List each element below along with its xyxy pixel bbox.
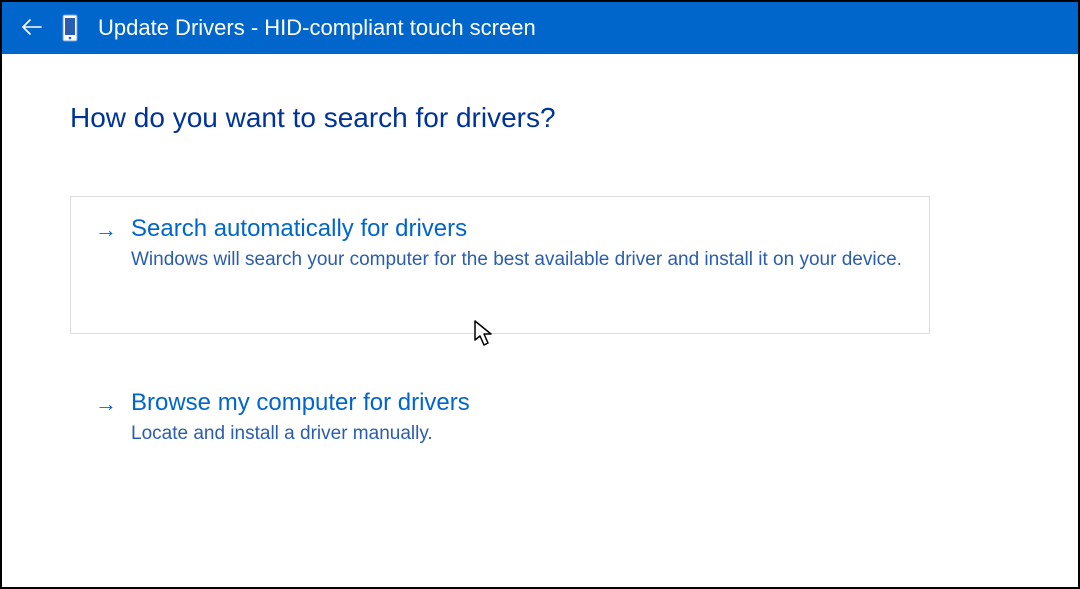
option-description: Locate and install a driver manually. xyxy=(131,421,905,447)
option-search-automatically[interactable]: → Search automatically for drivers Windo… xyxy=(70,196,930,334)
option-title: Browse my computer for drivers xyxy=(131,389,905,417)
page-heading: How do you want to search for drivers? xyxy=(70,102,1018,134)
back-button[interactable] xyxy=(22,17,42,39)
arrow-left-icon xyxy=(22,19,42,35)
titlebar-title: Update Drivers - HID-compliant touch scr… xyxy=(98,15,536,41)
content-area: How do you want to search for drivers? →… xyxy=(2,54,1078,471)
option-browse-computer[interactable]: → Browse my computer for drivers Locate … xyxy=(70,370,930,472)
arrow-right-icon: → xyxy=(95,215,117,246)
device-icon xyxy=(62,14,78,42)
arrow-right-icon: → xyxy=(95,389,117,420)
option-title: Search automatically for drivers xyxy=(131,215,905,243)
titlebar: Update Drivers - HID-compliant touch scr… xyxy=(2,2,1078,54)
option-description: Windows will search your computer for th… xyxy=(131,247,905,273)
